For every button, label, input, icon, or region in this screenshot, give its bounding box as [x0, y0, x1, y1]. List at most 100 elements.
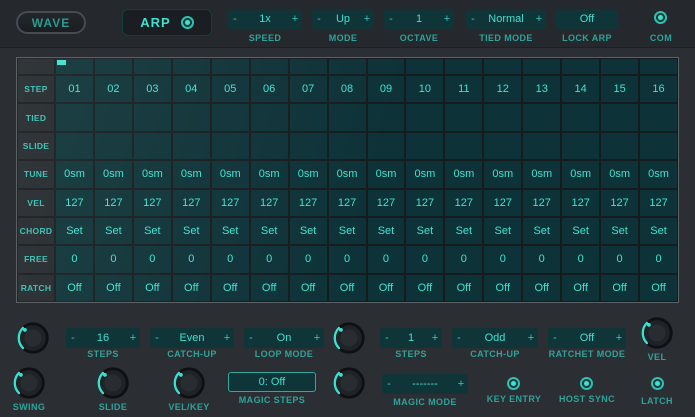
grid-cell[interactable]: 02 [94, 75, 133, 103]
grid-cell[interactable]: 0sm [444, 160, 483, 188]
grid-cell[interactable]: Set [133, 217, 172, 245]
arp-steps-plus-button[interactable]: + [126, 332, 140, 344]
grid-cell[interactable] [328, 103, 367, 131]
grid-cell[interactable]: 127 [55, 189, 94, 217]
grid-cell[interactable]: Off [561, 274, 600, 302]
grid-cell[interactable] [328, 132, 367, 160]
arp-section-knob[interactable] [14, 319, 52, 357]
grid-cell[interactable]: 127 [367, 189, 406, 217]
grid-cell[interactable]: 0sm [250, 160, 289, 188]
grid-cell[interactable] [600, 103, 639, 131]
arp-button[interactable]: ARP [122, 9, 212, 36]
grid-cell[interactable]: Set [250, 217, 289, 245]
grid-cell[interactable]: 127 [600, 189, 639, 217]
grid-cell[interactable]: 127 [94, 189, 133, 217]
grid-cell[interactable]: 06 [250, 75, 289, 103]
grid-cell[interactable]: 0sm [55, 160, 94, 188]
vel-knob[interactable] [638, 314, 676, 352]
grid-cell[interactable]: 04 [172, 75, 211, 103]
grid-cell[interactable] [250, 132, 289, 160]
grid-cell[interactable]: Off [367, 274, 406, 302]
magic-mode-minus-button[interactable]: - [382, 378, 396, 390]
ratchet-steps-plus-button[interactable]: + [428, 332, 442, 344]
grid-cell[interactable]: Off [328, 274, 367, 302]
grid-cell[interactable]: 0 [561, 245, 600, 273]
arp-catch-up-minus-button[interactable]: - [150, 332, 164, 344]
grid-cell[interactable] [172, 132, 211, 160]
grid-cell[interactable]: Set [405, 217, 444, 245]
grid-cell[interactable]: 127 [289, 189, 328, 217]
grid-cell[interactable]: 0 [483, 245, 522, 273]
grid-cell[interactable]: Set [289, 217, 328, 245]
grid-cell[interactable]: 03 [133, 75, 172, 103]
grid-cell[interactable]: 127 [561, 189, 600, 217]
grid-cell[interactable] [600, 132, 639, 160]
grid-cell[interactable] [444, 132, 483, 160]
arp-steps-minus-button[interactable]: - [66, 332, 80, 344]
grid-cell[interactable]: Off [522, 274, 561, 302]
grid-cell[interactable]: Off [133, 274, 172, 302]
grid-cell[interactable]: 0 [328, 245, 367, 273]
grid-cell[interactable] [483, 132, 522, 160]
grid-cell[interactable]: 15 [600, 75, 639, 103]
octave-plus-button[interactable]: + [440, 13, 454, 25]
grid-cell[interactable]: Set [172, 217, 211, 245]
latch-led[interactable] [651, 377, 664, 390]
loop-mode-plus-button[interactable]: + [310, 332, 324, 344]
host-sync-led[interactable] [580, 377, 593, 390]
grid-cell[interactable]: 127 [172, 189, 211, 217]
grid-cell[interactable]: 0sm [328, 160, 367, 188]
grid-cell[interactable]: 0 [211, 245, 250, 273]
speed-plus-button[interactable]: + [288, 13, 302, 25]
grid-cell[interactable] [639, 103, 678, 131]
grid-cell[interactable] [444, 103, 483, 131]
grid-cell[interactable] [172, 103, 211, 131]
grid-cell[interactable]: 0 [639, 245, 678, 273]
grid-cell[interactable] [133, 103, 172, 131]
grid-cell[interactable]: 0sm [561, 160, 600, 188]
grid-cell[interactable]: Set [522, 217, 561, 245]
grid-cell[interactable]: Set [94, 217, 133, 245]
grid-cell[interactable]: 0 [289, 245, 328, 273]
ratchet-steps-minus-button[interactable]: - [380, 332, 394, 344]
arp-catch-up-plus-button[interactable]: + [220, 332, 234, 344]
grid-cell[interactable]: 0 [600, 245, 639, 273]
grid-cell[interactable]: 0 [172, 245, 211, 273]
grid-cell[interactable]: 127 [328, 189, 367, 217]
grid-cell[interactable] [211, 132, 250, 160]
magic-mode-value[interactable]: ------- [396, 378, 454, 390]
magic-steps-value[interactable]: 0: Off [228, 372, 316, 392]
grid-cell[interactable] [55, 132, 94, 160]
grid-cell[interactable] [522, 132, 561, 160]
grid-cell[interactable]: 01 [55, 75, 94, 103]
grid-cell[interactable]: Off [172, 274, 211, 302]
grid-cell[interactable]: Off [55, 274, 94, 302]
grid-cell[interactable]: 0sm [600, 160, 639, 188]
grid-cell[interactable]: Set [367, 217, 406, 245]
grid-cell[interactable]: 13 [522, 75, 561, 103]
grid-cell[interactable] [522, 103, 561, 131]
grid-cell[interactable]: 0 [444, 245, 483, 273]
arp-steps-value[interactable]: 16 [80, 332, 126, 344]
grid-cell[interactable] [561, 132, 600, 160]
tied-mode-value[interactable]: Normal [480, 13, 532, 25]
slide-knob[interactable] [94, 364, 132, 402]
grid-cell[interactable]: 14 [561, 75, 600, 103]
grid-cell[interactable]: Off [483, 274, 522, 302]
grid-cell[interactable] [405, 103, 444, 131]
grid-cell[interactable]: Off [211, 274, 250, 302]
grid-cell[interactable]: 127 [483, 189, 522, 217]
grid-cell[interactable]: 127 [639, 189, 678, 217]
grid-cell[interactable]: 127 [405, 189, 444, 217]
grid-cell[interactable]: 0 [133, 245, 172, 273]
grid-cell[interactable] [55, 103, 94, 131]
grid-cell[interactable] [289, 103, 328, 131]
ratchet-catch-up-minus-button[interactable]: - [452, 332, 466, 344]
loop-mode-value[interactable]: On [258, 332, 310, 344]
grid-cell[interactable]: 16 [639, 75, 678, 103]
wave-button[interactable]: WAVE [16, 11, 86, 34]
grid-cell[interactable]: 10 [405, 75, 444, 103]
grid-cell[interactable] [483, 103, 522, 131]
lock-arp-value[interactable]: Off [556, 9, 618, 29]
loop-mode-minus-button[interactable]: - [244, 332, 258, 344]
